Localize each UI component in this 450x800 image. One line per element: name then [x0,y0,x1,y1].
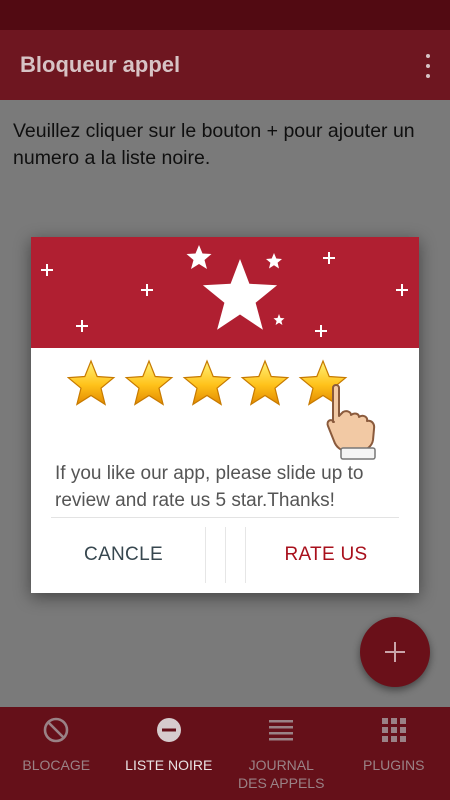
small-star-icon [186,245,212,269]
rating-star-icon[interactable] [124,359,174,406]
button-separator [205,527,206,583]
nav-label-journal-line-1: JOURNAL [248,757,314,773]
small-star-icon [266,253,282,269]
cancel-button[interactable]: CANCLE [51,527,196,583]
dialog-actions: CANCLE RATE US [31,527,419,583]
nav-item-blocage[interactable]: BLOCAGE [0,707,113,800]
nav-item-plugins[interactable]: PLUGINS [338,707,450,800]
bottom-navigation: BLOCAGE LISTE NOIRE JOURNAL DES APPELS P… [0,707,450,800]
rate-dialog: If you like our app, please slide up to … [31,237,419,593]
button-separator [225,527,226,583]
app-title: Bloqueur appel [20,52,181,77]
dialog-header [31,237,419,348]
rating-star-icon[interactable] [182,359,232,406]
rating-stars[interactable] [67,359,357,409]
nav-label-journal-line-2: DES APPELS [238,775,325,791]
pointing-hand-icon [326,384,376,460]
minus-circle-icon [156,718,181,742]
nav-label-blocage: BLOCAGE [22,757,91,773]
grid-icon [381,718,406,742]
plus-icon [385,642,405,662]
rating-star-icon[interactable] [240,359,290,406]
nav-item-journal[interactable]: JOURNAL DES APPELS [225,707,338,800]
nav-label-liste-noire: LISTE NOIRE [125,757,213,773]
big-star-icon [202,259,278,330]
dialog-divider [51,517,399,518]
block-icon [43,717,69,743]
nav-label-journal: JOURNAL DES APPELS [238,756,324,792]
instruction-text: Veuillez cliquer sur le bouton + pour aj… [13,120,415,169]
status-bar [0,0,450,30]
overflow-menu-icon[interactable] [420,52,436,80]
list-icon [269,720,294,741]
tiny-star-icon [273,314,285,325]
rating-star-icon[interactable] [67,359,116,406]
header-stars-decoration [41,245,408,337]
nav-item-liste-noire[interactable]: LISTE NOIRE [113,707,226,800]
nav-label-plugins: PLUGINS [363,757,425,773]
button-separator [245,527,246,583]
add-number-button[interactable] [360,617,430,687]
dialog-message: If you like our app, please slide up to … [55,463,364,511]
rate-us-button[interactable]: RATE US [251,527,401,583]
app-bar: Bloqueur appel [0,30,450,100]
